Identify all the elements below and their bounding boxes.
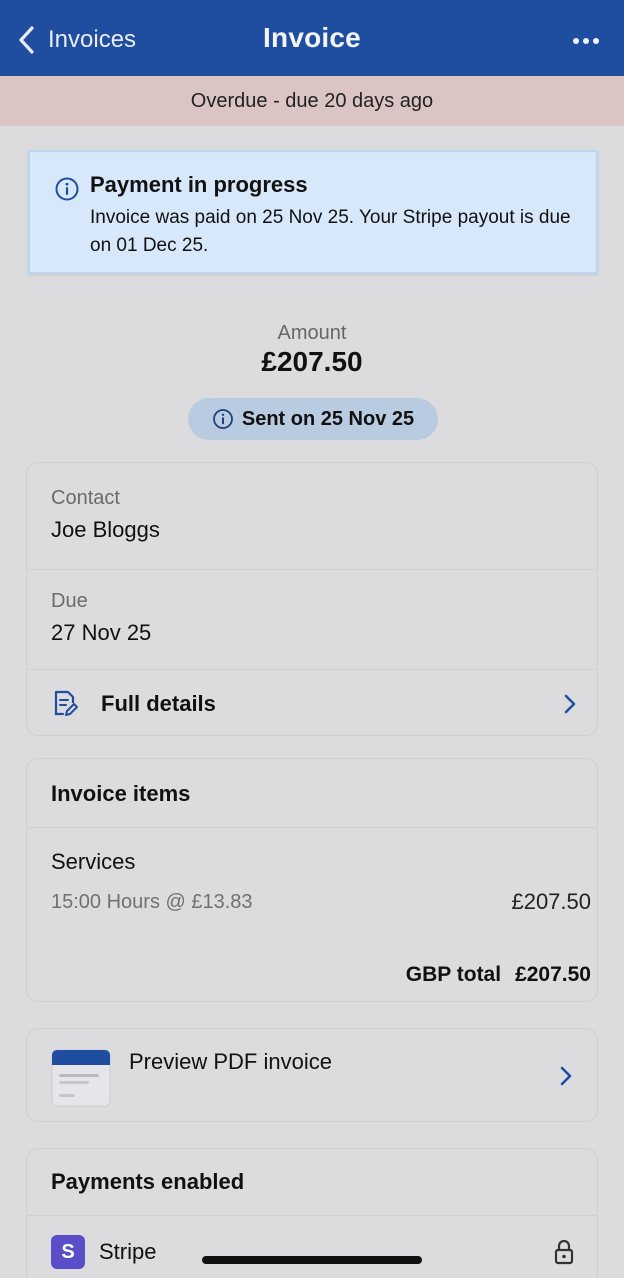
full-details-row[interactable]: Full details	[27, 671, 597, 735]
divider	[27, 1215, 597, 1216]
full-details-label: Full details	[101, 691, 216, 716]
invoice-item-name: Services	[51, 849, 136, 874]
back-button[interactable]: Invoices	[16, 20, 136, 60]
ellipsis-icon	[573, 38, 599, 44]
invoice-details-card: Contact Joe Bloggs Due 27 Nov 25 Full de…	[26, 462, 598, 736]
invoice-item-row[interactable]: Services 15:00 Hours @ £13.83 £207.50	[27, 829, 597, 929]
lock-icon	[554, 1239, 574, 1265]
preview-pdf-card[interactable]: Preview PDF invoice	[26, 1028, 598, 1122]
overdue-status-text: Overdue - due 20 days ago	[190, 89, 434, 112]
top-nav-bar: Invoices Invoice	[0, 0, 624, 76]
payment-provider-name: Stripe	[99, 1239, 157, 1264]
divider	[27, 827, 597, 828]
payments-enabled-title: Payments enabled	[51, 1169, 245, 1194]
invoice-items-title: Invoice items	[51, 781, 191, 806]
preview-pdf-label: Preview PDF invoice	[129, 1049, 332, 1074]
pdf-document-thumbnail-icon	[51, 1049, 111, 1107]
more-options-button[interactable]	[566, 26, 606, 56]
back-button-label: Invoices	[48, 26, 137, 53]
info-icon	[212, 409, 233, 429]
chevron-right-icon	[564, 694, 576, 714]
alert-body: Invoice was paid on 25 Nov 25. Your Stri…	[90, 207, 571, 256]
payment-in-progress-alert: Payment in progress Invoice was paid on …	[28, 150, 598, 274]
amount-value: £207.50	[261, 346, 363, 377]
overdue-status-banner: Overdue - due 20 days ago	[0, 76, 624, 126]
invoice-total-label: GBP total	[405, 963, 502, 986]
amount-label: Amount	[277, 322, 347, 344]
contact-label: Contact	[51, 487, 120, 509]
invoice-screen: Invoices Invoice Overdue - due 20 days a…	[0, 0, 624, 1278]
divider	[27, 569, 597, 570]
stripe-logo-icon: S	[51, 1235, 85, 1269]
invoice-item-amount: £207.50	[511, 889, 591, 914]
due-label: Due	[51, 590, 88, 612]
invoice-items-card: Invoice items Services 15:00 Hours @ £13…	[26, 758, 598, 1002]
due-value: 27 Nov 25	[51, 620, 152, 645]
document-edit-icon	[54, 690, 78, 716]
invoice-total-row: GBP total £207.50	[406, 963, 591, 987]
chevron-left-icon	[19, 26, 34, 54]
contact-value: Joe Bloggs	[51, 517, 160, 542]
info-icon	[55, 177, 79, 201]
invoice-total-value: £207.50	[515, 963, 591, 986]
alert-title: Payment in progress	[90, 172, 308, 197]
payment-provider-row[interactable]: S Stripe	[27, 1219, 597, 1278]
sent-status-label: Sent on 25 Nov 25	[241, 407, 415, 430]
home-indicator	[202, 1256, 422, 1264]
invoice-item-detail: 15:00 Hours @ £13.83	[51, 891, 253, 913]
sent-status-pill[interactable]: Sent on 25 Nov 25	[188, 398, 438, 440]
divider	[27, 669, 597, 670]
chevron-right-icon	[560, 1066, 572, 1086]
stripe-logo-letter: S	[61, 1240, 75, 1263]
